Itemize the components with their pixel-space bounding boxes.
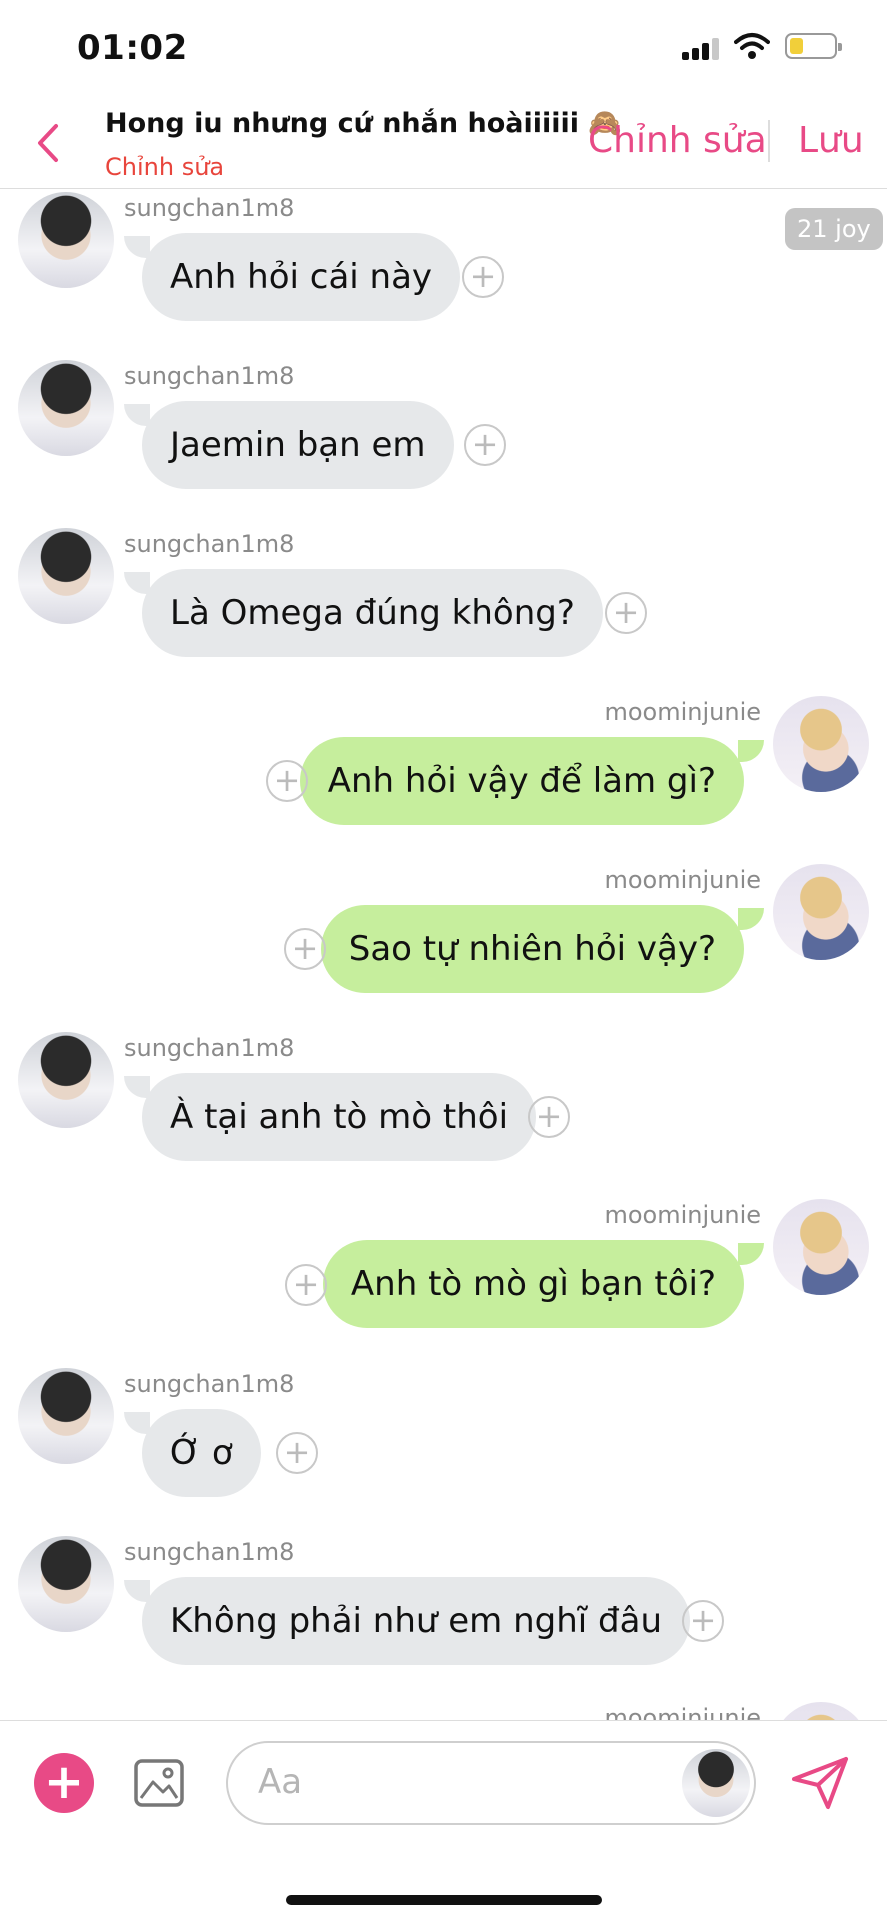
image-picker-icon[interactable]	[133, 1758, 185, 1808]
react-plus-icon[interactable]: +	[464, 424, 506, 466]
edit-button[interactable]: Chỉnh sửa	[588, 120, 767, 161]
message-bubble[interactable]: À tại anh tò mò thôi	[142, 1073, 537, 1161]
bubble-tail	[738, 740, 764, 762]
bubble-tail	[124, 1412, 150, 1434]
message-bubble[interactable]: Anh tò mò gì bạn tôi?	[322, 1240, 744, 1328]
header-divider-line	[0, 188, 887, 189]
message-bubble[interactable]: Anh hỏi cái này	[142, 233, 461, 321]
avatar[interactable]	[773, 696, 869, 792]
message-username: sungchan1m8	[124, 362, 295, 390]
add-plus-icon[interactable]: +	[34, 1753, 94, 1813]
header-divider	[768, 120, 770, 162]
message-bubble[interactable]: Anh hỏi vậy để làm gì?	[299, 737, 744, 825]
react-plus-icon[interactable]: +	[285, 1264, 327, 1306]
home-indicator	[286, 1895, 602, 1905]
message-username: sungchan1m8	[124, 1034, 295, 1062]
avatar[interactable]	[18, 528, 114, 624]
save-button[interactable]: Lưu	[798, 120, 864, 161]
bubble-tail	[124, 1580, 150, 1602]
react-plus-icon[interactable]: +	[284, 928, 326, 970]
message-username: moominjunie	[604, 1201, 761, 1229]
react-plus-icon[interactable]: +	[682, 1600, 724, 1642]
react-plus-icon[interactable]: +	[276, 1432, 318, 1474]
message-bubble[interactable]: Là Omega đúng không?	[142, 569, 603, 657]
react-plus-icon[interactable]: +	[605, 592, 647, 634]
message-bubble[interactable]: Không phải như em nghĩ đâu	[142, 1577, 691, 1665]
avatar[interactable]	[18, 1368, 114, 1464]
bubble-tail	[124, 404, 150, 426]
message-username: moominjunie	[604, 866, 761, 894]
composer-divider	[0, 1720, 887, 1721]
joy-badge: 21 joy	[785, 208, 883, 250]
react-plus-icon[interactable]: +	[528, 1096, 570, 1138]
message-bubble[interactable]: Ớ ơ	[142, 1409, 261, 1497]
bubble-tail	[124, 1076, 150, 1098]
message-username: moominjunie	[604, 1704, 761, 1720]
avatar[interactable]	[18, 1536, 114, 1632]
avatar[interactable]	[773, 1199, 869, 1295]
signal-icon	[682, 38, 722, 60]
bubble-tail	[124, 236, 150, 258]
character-avatar-button[interactable]	[682, 1749, 750, 1817]
status-time: 01:02	[77, 28, 188, 68]
message-username: sungchan1m8	[124, 194, 295, 222]
message-bubble[interactable]: Jaemin bạn em	[142, 401, 454, 489]
avatar[interactable]	[773, 1702, 869, 1720]
bubble-tail	[738, 908, 764, 930]
battery-icon	[785, 33, 842, 59]
chat-subtitle-edit-link[interactable]: Chỉnh sửa	[105, 153, 224, 181]
avatar[interactable]	[773, 864, 869, 960]
back-chevron-icon[interactable]	[28, 118, 68, 168]
message-username: sungchan1m8	[124, 1538, 295, 1566]
chat-title: Hong iu nhưng cứ nhắn hoàiiiiii 🙈	[105, 108, 623, 139]
wifi-icon	[734, 33, 770, 59]
react-plus-icon[interactable]: +	[266, 760, 308, 802]
message-username: sungchan1m8	[124, 530, 295, 558]
message-input[interactable]	[226, 1741, 756, 1825]
message-bubble[interactable]: Sao tự nhiên hỏi vậy?	[320, 905, 744, 993]
bubble-tail	[124, 572, 150, 594]
partial-message-row: moominjunie	[0, 1690, 887, 1720]
message-input-placeholder: Aa	[258, 1762, 303, 1802]
message-username: sungchan1m8	[124, 1370, 295, 1398]
react-plus-icon[interactable]: +	[462, 256, 504, 298]
bubble-tail	[738, 1243, 764, 1265]
avatar[interactable]	[18, 192, 114, 288]
avatar[interactable]	[18, 360, 114, 456]
message-username: moominjunie	[604, 698, 761, 726]
avatar[interactable]	[18, 1032, 114, 1128]
send-icon[interactable]	[790, 1755, 850, 1811]
